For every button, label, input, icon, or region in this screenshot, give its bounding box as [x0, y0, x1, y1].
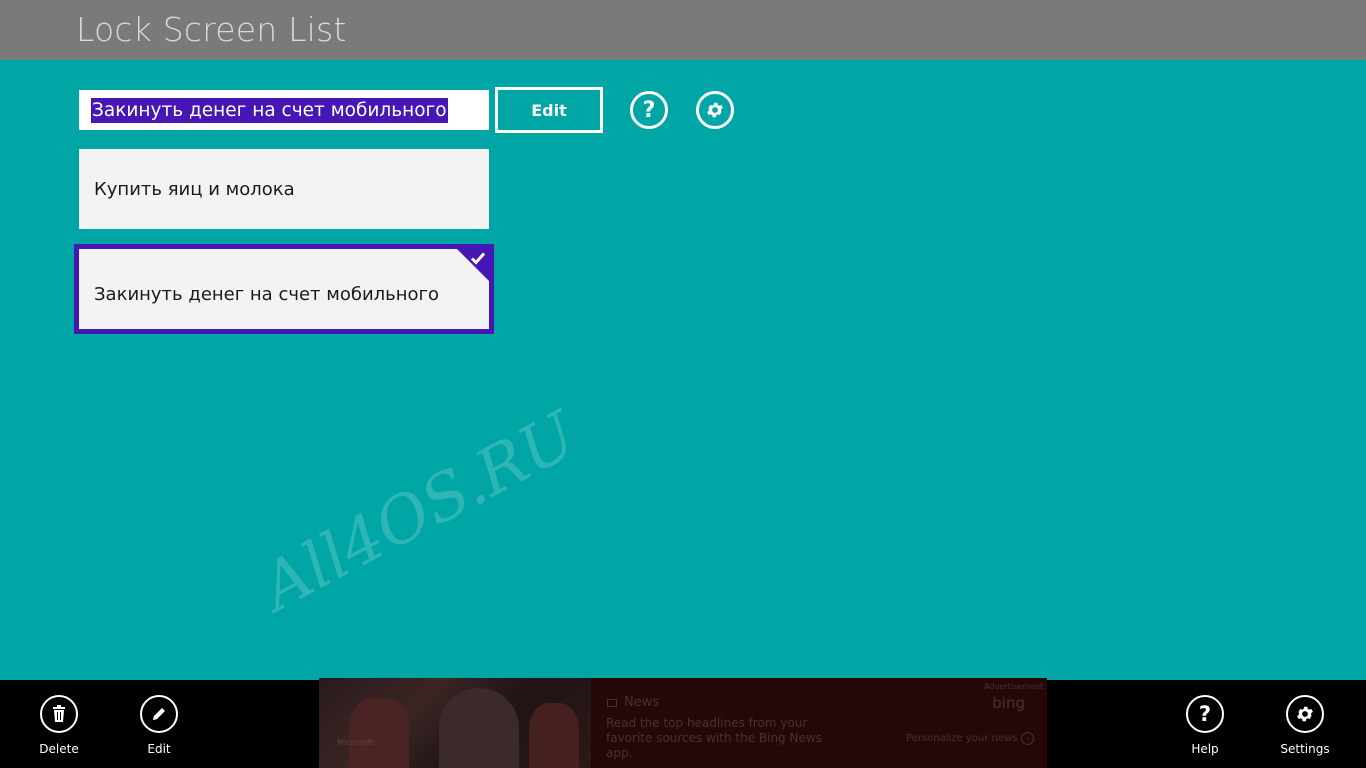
edit-appbar-button[interactable]: Edit [119, 695, 199, 756]
help-button[interactable]: ? [630, 91, 668, 129]
advertisement-label: Advertisement [984, 682, 1043, 691]
app-title: Lock Screen List [76, 10, 347, 49]
gear-icon [1297, 706, 1313, 722]
bing-logo: bing [992, 694, 1025, 712]
edit-label: Edit [147, 742, 171, 756]
help-icon: ? [1198, 701, 1212, 726]
ad-image: Microsoft [319, 678, 591, 768]
ad-text: Read the top headlines from your favorit… [606, 716, 822, 760]
item-text-input[interactable] [79, 90, 489, 130]
list-item[interactable]: Купить яиц и молока [79, 149, 489, 229]
list-item-label: Закинуть денег на счет мобильного [94, 284, 440, 305]
check-icon [470, 252, 486, 265]
ad-link[interactable]: Personalize your news › [906, 732, 1035, 745]
ad-panel: Advertisement bing News Read the top hea… [591, 678, 1047, 768]
help-label: Help [1191, 742, 1219, 756]
news-icon [607, 699, 617, 707]
settings-appbar-button[interactable]: Settings [1265, 695, 1345, 756]
help-appbar-button[interactable]: ? Help [1165, 695, 1245, 756]
gear-icon [707, 102, 723, 118]
list-item-label: Купить яиц и молока [94, 179, 295, 200]
arrow-right-icon: › [1021, 732, 1035, 745]
advertisement-banner[interactable]: Microsoft Advertisement bing News Read t… [319, 678, 1047, 768]
item-editor: Закинуть денег на счет мобильного [79, 90, 489, 130]
delete-label: Delete [39, 742, 79, 756]
ad-link-text: Personalize your news [906, 733, 1018, 744]
settings-button[interactable] [696, 91, 734, 129]
watermark: All4OS.RU [250, 398, 589, 626]
settings-label: Settings [1280, 742, 1330, 756]
help-icon: ? [642, 97, 656, 123]
title-bar: Lock Screen List [0, 0, 1366, 60]
ad-news-title: News [624, 695, 660, 710]
list-item-selected[interactable]: Закинуть денег на счет мобильного [74, 244, 494, 334]
delete-button[interactable]: Delete [19, 695, 99, 756]
edit-button[interactable]: Edit [495, 87, 603, 133]
trash-icon [53, 705, 65, 722]
pencil-icon [153, 708, 165, 720]
ad-image-brand: Microsoft [337, 738, 374, 747]
